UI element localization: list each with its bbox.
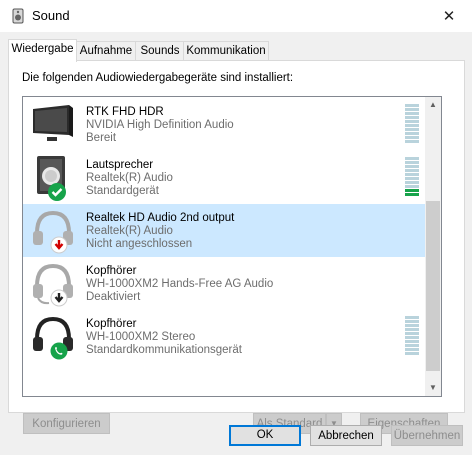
list-item-selected[interactable]: Realtek HD Audio 2nd output Realtek(R) A… — [23, 204, 426, 257]
monitor-icon — [33, 105, 73, 141]
list-item[interactable]: Kopfhörer WH-1000XM2 Stereo Standardkomm… — [23, 310, 426, 363]
list-item[interactable]: Kopfhörer WH-1000XM2 Hands-Free AG Audio… — [23, 257, 426, 310]
dialog-body: Wiedergabe Aufnahme Sounds Kommunikation… — [0, 32, 472, 455]
device-status: Standardgerät — [86, 185, 159, 197]
device-driver: WH-1000XM2 Stereo — [86, 331, 196, 343]
device-name: RTK FHD HDR — [86, 106, 164, 118]
headset-icon — [33, 263, 73, 307]
level-meter — [405, 316, 419, 358]
speaker-icon — [37, 156, 66, 201]
list-item[interactable]: Lautsprecher Realtek(R) Audio Standardge… — [23, 151, 426, 204]
headphones-icon — [33, 210, 73, 254]
device-status: Deaktiviert — [86, 291, 141, 303]
device-name: Kopfhörer — [86, 265, 137, 277]
tab-kommunikation[interactable]: Kommunikation — [183, 41, 269, 61]
scroll-up-icon[interactable]: ▲ — [425, 97, 441, 113]
headphones-icon — [33, 316, 73, 360]
window-title: Sound — [32, 8, 70, 23]
list-item[interactable]: RTK FHD HDR NVIDIA High Definition Audio… — [23, 98, 426, 151]
device-status: Standardkommunikationsgerät — [86, 344, 242, 356]
tab-sounds[interactable]: Sounds — [135, 41, 185, 61]
intro-text: Die folgenden Audiowiedergabegeräte sind… — [22, 72, 294, 84]
device-driver: NVIDIA High Definition Audio — [86, 119, 234, 131]
vertical-scrollbar[interactable]: ▲ ▼ — [425, 97, 441, 396]
device-name: Realtek HD Audio 2nd output — [86, 212, 235, 224]
tab-panel: Die folgenden Audiowiedergabegeräte sind… — [8, 60, 465, 434]
device-driver: Realtek(R) Audio — [86, 225, 173, 237]
device-driver: WH-1000XM2 Hands-Free AG Audio — [86, 278, 274, 290]
device-status: Nicht angeschlossen — [86, 238, 193, 250]
device-status: Bereit — [86, 132, 117, 144]
device-driver: Realtek(R) Audio — [86, 172, 173, 184]
title-bar: Sound ✕ — [0, 0, 472, 32]
cancel-button[interactable]: Abbrechen — [310, 425, 382, 446]
device-list[interactable]: RTK FHD HDR NVIDIA High Definition Audio… — [22, 96, 442, 397]
tab-wiedergabe[interactable]: Wiedergabe — [8, 39, 77, 62]
level-meter — [405, 104, 419, 146]
apply-button[interactable]: Übernehmen — [391, 425, 463, 446]
device-name: Lautsprecher — [86, 159, 154, 171]
level-meter — [405, 157, 419, 199]
device-name: Kopfhörer — [86, 318, 137, 330]
scroll-thumb[interactable] — [426, 201, 440, 371]
speaker-app-icon — [12, 8, 24, 24]
close-icon[interactable]: ✕ — [426, 0, 472, 32]
tab-aufnahme[interactable]: Aufnahme — [75, 41, 137, 61]
scroll-down-icon[interactable]: ▼ — [425, 380, 441, 396]
ok-button[interactable]: OK — [229, 425, 301, 446]
configure-button[interactable]: Konfigurieren — [23, 413, 110, 434]
